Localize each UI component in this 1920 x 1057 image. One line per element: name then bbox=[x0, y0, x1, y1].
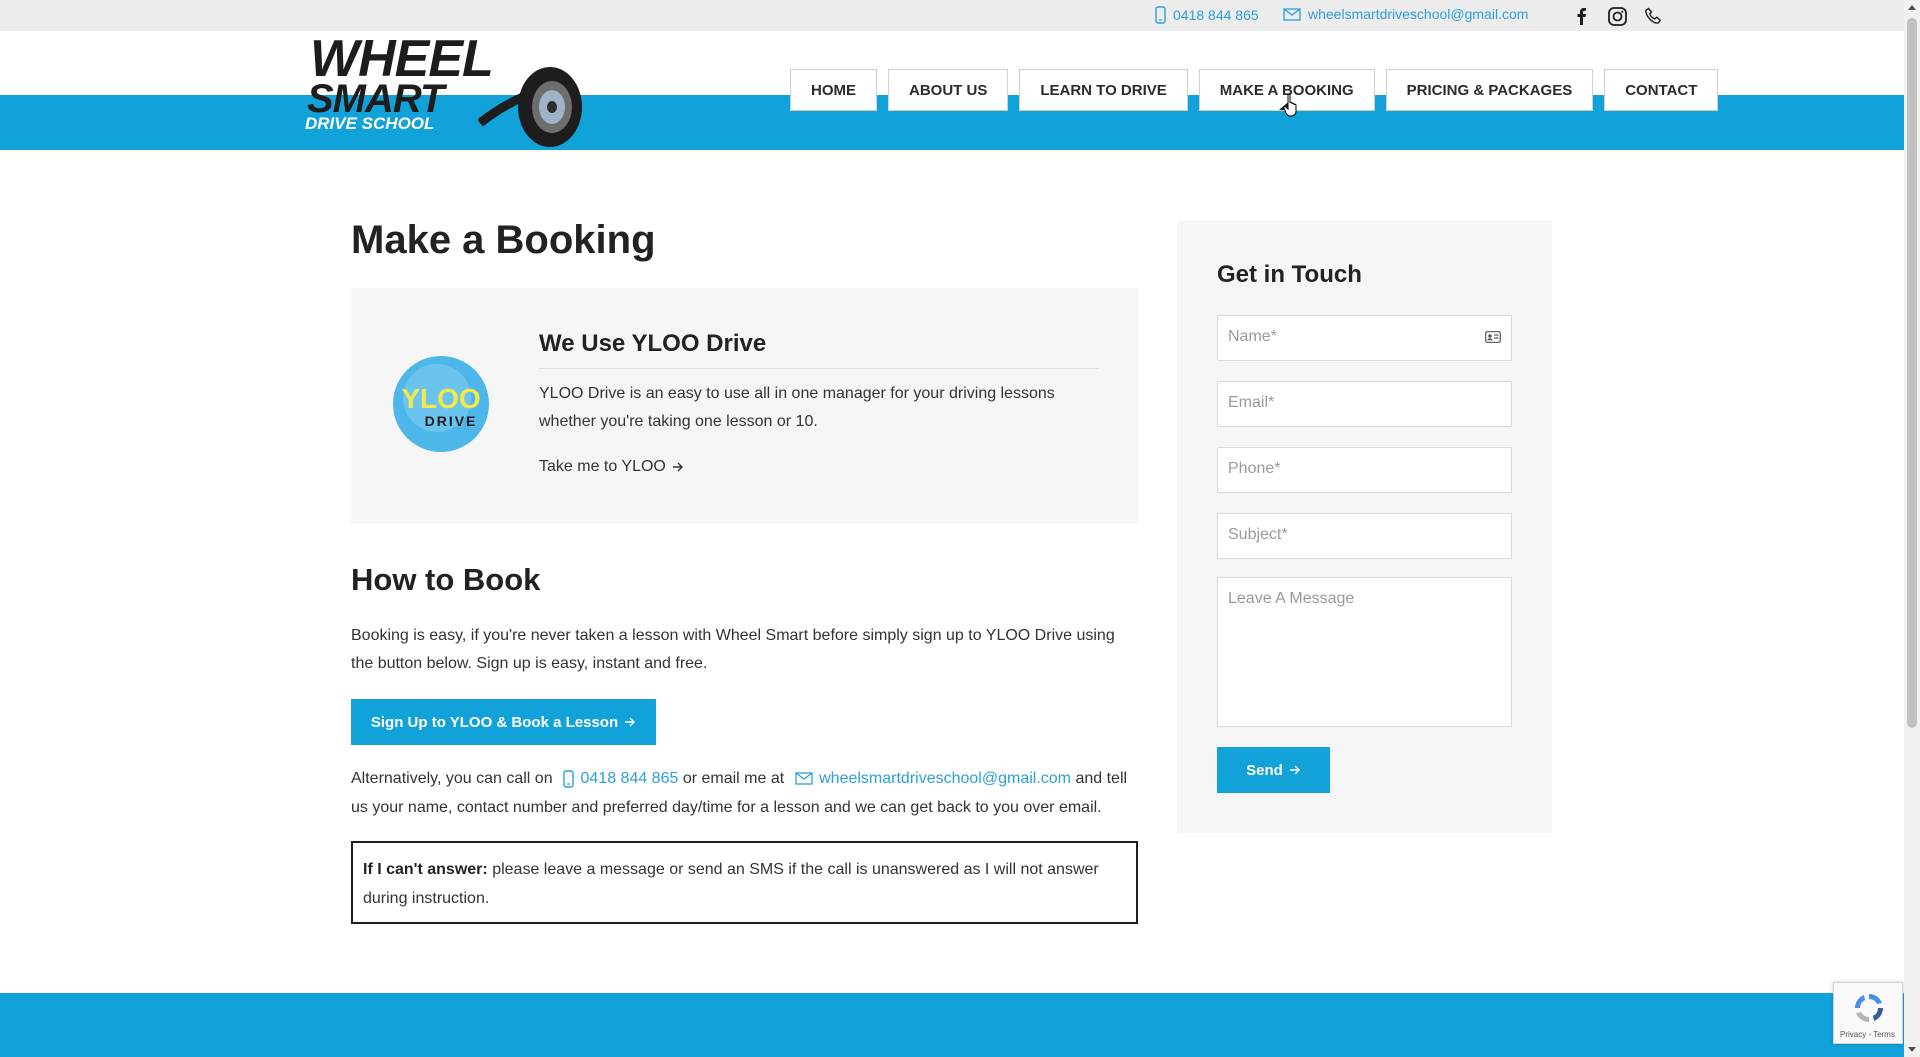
email-field-placeholder: Email* bbox=[1228, 394, 1275, 411]
recaptcha-privacy-terms[interactable]: Privacy - Terms bbox=[1840, 1030, 1895, 1039]
topbar-phone-link[interactable]: 0418 844 865 bbox=[1155, 6, 1259, 24]
ylo-card-description: YLOO Drive is an easy to use all in one … bbox=[539, 385, 1055, 430]
name-field[interactable]: Name* bbox=[1217, 315, 1512, 361]
vertical-scrollbar[interactable] bbox=[1904, 0, 1920, 1057]
page-title: Make a Booking bbox=[351, 218, 656, 262]
get-in-touch-panel: Get in Touch Name* Email* Phone* Subject… bbox=[1177, 221, 1552, 833]
yloo-logo-text: YLOO bbox=[401, 383, 480, 414]
phone-icon[interactable] bbox=[1642, 6, 1664, 26]
subject-field-placeholder: Subject* bbox=[1228, 526, 1288, 543]
wheel-icon bbox=[478, 67, 582, 147]
arrow-right-icon bbox=[625, 717, 636, 727]
alt-text-part2: or email me at bbox=[682, 770, 785, 787]
scroll-up-arrow-icon[interactable] bbox=[1908, 5, 1916, 10]
alt-text-part1: Alternatively, you can call on bbox=[351, 770, 553, 787]
nav-contact[interactable]: CONTACT bbox=[1604, 69, 1719, 111]
scrollbar-thumb[interactable] bbox=[1907, 18, 1917, 728]
site-logo[interactable]: WHEEL SMART DRIVE SCHOOL bbox=[253, 31, 625, 150]
phone-field-placeholder: Phone* bbox=[1228, 460, 1281, 477]
top-bar: 0418 844 865 wheelsmartdriveschool@gmail… bbox=[0, 0, 1904, 31]
arrow-right-icon bbox=[672, 462, 683, 472]
take-me-to-yloo-link[interactable]: Take me to YLOO bbox=[539, 458, 684, 476]
message-field-placeholder: Leave A Message bbox=[1228, 590, 1355, 607]
topbar-phone-text: 0418 844 865 bbox=[1173, 7, 1259, 23]
phone-field[interactable]: Phone* bbox=[1217, 447, 1512, 493]
recaptcha-badge[interactable]: Privacy - Terms bbox=[1833, 982, 1903, 1044]
how-to-book-text: Booking is easy, if you're never taken a… bbox=[351, 627, 1115, 672]
nav-pricing-packages[interactable]: PRICING & PACKAGES bbox=[1385, 69, 1594, 111]
message-textarea[interactable]: Leave A Message bbox=[1217, 577, 1512, 727]
envelope-icon bbox=[1283, 7, 1301, 21]
email-field[interactable]: Email* bbox=[1217, 381, 1512, 427]
signup-button-label: Sign Up to YLOO & Book a Lesson bbox=[370, 713, 619, 731]
ylo-card-divider bbox=[539, 368, 1099, 369]
yloo-drive-logo: YLOO DRIVE bbox=[393, 356, 489, 452]
get-in-touch-title: Get in Touch bbox=[1217, 261, 1362, 288]
ylo-drive-card: YLOO DRIVE We Use YLOO Drive YLOO Drive … bbox=[351, 288, 1138, 523]
mobile-phone-icon bbox=[563, 770, 574, 788]
nav-learn-to-drive[interactable]: LEARN TO DRIVE bbox=[1019, 69, 1188, 111]
main-navigation: HOME ABOUT US LEARN TO DRIVE MAKE A BOOK… bbox=[790, 69, 1719, 111]
ylo-card-title: We Use YLOO Drive bbox=[539, 330, 767, 357]
name-field-placeholder: Name* bbox=[1228, 328, 1277, 345]
nav-home[interactable]: HOME bbox=[790, 69, 877, 111]
notice-bold-label: If I can't answer: bbox=[363, 861, 488, 878]
facebook-icon[interactable] bbox=[1570, 6, 1592, 26]
how-to-book-title: How to Book bbox=[351, 562, 541, 597]
logo-text-drive-school: DRIVE SCHOOL bbox=[305, 114, 435, 133]
take-me-to-yloo-label: Take me to YLOO bbox=[539, 458, 666, 475]
social-links bbox=[1570, 6, 1664, 26]
nav-about-us[interactable]: ABOUT US bbox=[888, 69, 1009, 111]
signup-book-lesson-button[interactable]: Sign Up to YLOO & Book a Lesson bbox=[351, 699, 656, 745]
topbar-email-text: wheelsmartdriveschool@gmail.com bbox=[1308, 6, 1529, 22]
contact-card-icon bbox=[1485, 331, 1501, 343]
send-button-label: Send bbox=[1246, 761, 1283, 779]
send-button[interactable]: Send bbox=[1217, 747, 1330, 793]
logo-text-smart: SMART bbox=[307, 77, 444, 121]
arrow-right-icon bbox=[1289, 765, 1300, 775]
mobile-phone-icon bbox=[1155, 6, 1166, 24]
drive-logo-text: DRIVE bbox=[425, 413, 478, 429]
instagram-icon[interactable] bbox=[1606, 6, 1628, 26]
topbar-email-link[interactable]: wheelsmartdriveschool@gmail.com bbox=[1283, 6, 1528, 22]
envelope-icon bbox=[795, 772, 813, 785]
scroll-down-arrow-icon[interactable] bbox=[1908, 1047, 1916, 1052]
cant-answer-notice: If I can't answer: please leave a messag… bbox=[351, 841, 1138, 924]
alt-email-link[interactable]: wheelsmartdriveschool@gmail.com bbox=[819, 770, 1071, 787]
subject-field[interactable]: Subject* bbox=[1217, 513, 1512, 559]
hand-cursor-icon bbox=[1283, 93, 1297, 117]
alternative-contact-text: Alternatively, you can call on 0418 844 … bbox=[351, 764, 1141, 822]
alt-phone-link[interactable]: 0418 844 865 bbox=[581, 770, 679, 787]
footer-band bbox=[0, 993, 1904, 1057]
recaptcha-icon bbox=[1855, 994, 1883, 1022]
